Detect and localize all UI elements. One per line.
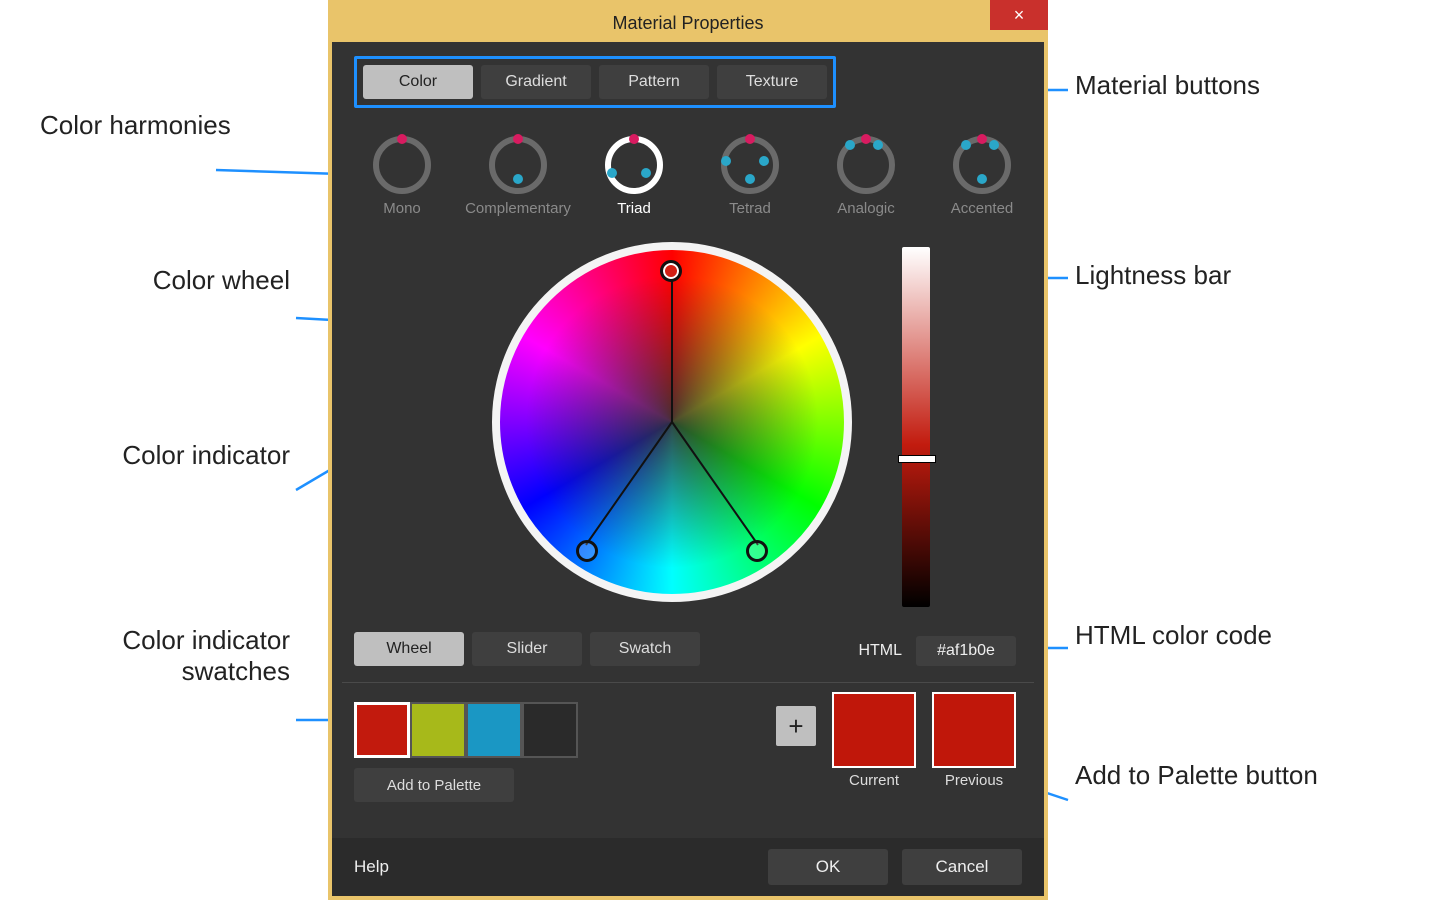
dialog-footer: Help OK Cancel	[332, 838, 1044, 896]
harmony-label: Tetrad	[729, 200, 771, 217]
tab-pattern[interactable]: Pattern	[599, 65, 709, 99]
harmony-label: Accented	[951, 200, 1014, 217]
annotation-color-indicator: Color indicator	[100, 440, 290, 471]
html-color-input[interactable]: #af1b0e	[916, 636, 1016, 666]
close-button[interactable]: ×	[990, 0, 1048, 30]
swatch-0[interactable]	[354, 702, 410, 758]
harmony-tetrad-icon	[721, 136, 779, 194]
color-indicator-secondary[interactable]	[576, 540, 598, 562]
lightness-thumb[interactable]	[898, 455, 936, 463]
harmony-triad-icon	[605, 136, 663, 194]
tab-color[interactable]: Color	[363, 65, 473, 99]
picker-tab-swatch[interactable]: Swatch	[590, 632, 700, 666]
ok-button[interactable]: OK	[768, 849, 888, 885]
add-color-button[interactable]: +	[776, 706, 816, 746]
swatch-3[interactable]	[522, 702, 578, 758]
title-bar[interactable]: Material Properties ×	[332, 4, 1044, 42]
harmony-label: Triad	[617, 200, 651, 217]
picker-tabs: Wheel Slider Swatch	[354, 632, 700, 666]
material-properties-dialog: Material Properties × Color Gradient Pat…	[328, 0, 1048, 900]
divider	[342, 682, 1034, 683]
indicator-swatches	[354, 702, 578, 758]
harmony-label: Complementary	[465, 200, 571, 217]
annotation-swatches: Color indicator swatches	[90, 625, 290, 687]
harmony-triad[interactable]: Triad	[586, 136, 682, 217]
add-to-palette-button[interactable]: Add to Palette	[354, 768, 514, 802]
harmony-tetrad[interactable]: Tetrad	[702, 136, 798, 217]
previous-label: Previous	[945, 772, 1003, 789]
annotation-add-palette: Add to Palette button	[1075, 760, 1318, 791]
annotation-lightness-bar: Lightness bar	[1075, 260, 1231, 291]
cancel-button[interactable]: Cancel	[902, 849, 1022, 885]
annotation-material-buttons: Material buttons	[1075, 70, 1260, 101]
color-wheel[interactable]	[492, 242, 852, 602]
tab-gradient[interactable]: Gradient	[481, 65, 591, 99]
material-tabs: Color Gradient Pattern Texture	[354, 56, 836, 108]
color-indicator-primary[interactable]	[660, 260, 682, 282]
html-label: HTML	[858, 642, 902, 660]
plus-icon: +	[788, 711, 803, 742]
tab-texture[interactable]: Texture	[717, 65, 827, 99]
picker-tab-wheel[interactable]: Wheel	[354, 632, 464, 666]
picker-tab-slider[interactable]: Slider	[472, 632, 582, 666]
harmony-row: Mono Complementary Triad	[354, 136, 1030, 217]
current-color-swatch	[832, 692, 916, 768]
help-link[interactable]: Help	[354, 857, 389, 877]
current-color-block[interactable]: Current	[832, 692, 916, 789]
previous-color-block[interactable]: Previous	[932, 692, 1016, 789]
harmony-mono-icon	[373, 136, 431, 194]
harmony-mono[interactable]: Mono	[354, 136, 450, 217]
harmony-analogic[interactable]: Analogic	[818, 136, 914, 217]
swatch-1[interactable]	[410, 702, 466, 758]
harmony-label: Analogic	[837, 200, 895, 217]
current-label: Current	[849, 772, 899, 789]
previous-color-swatch	[932, 692, 1016, 768]
harmony-label: Mono	[383, 200, 421, 217]
harmony-accented[interactable]: Accented	[934, 136, 1030, 217]
close-icon: ×	[1014, 5, 1025, 26]
window-title: Material Properties	[612, 13, 763, 34]
annotation-html-code: HTML color code	[1075, 620, 1272, 651]
swatch-2[interactable]	[466, 702, 522, 758]
harmony-complementary-icon	[489, 136, 547, 194]
color-indicator-tertiary[interactable]	[746, 540, 768, 562]
harmony-accented-icon	[953, 136, 1011, 194]
annotation-color-harmonies: Color harmonies	[40, 110, 231, 141]
annotation-color-wheel: Color wheel	[100, 265, 290, 296]
lightness-bar[interactable]	[902, 247, 930, 607]
harmony-complementary[interactable]: Complementary	[470, 136, 566, 217]
harmony-analogic-icon	[837, 136, 895, 194]
